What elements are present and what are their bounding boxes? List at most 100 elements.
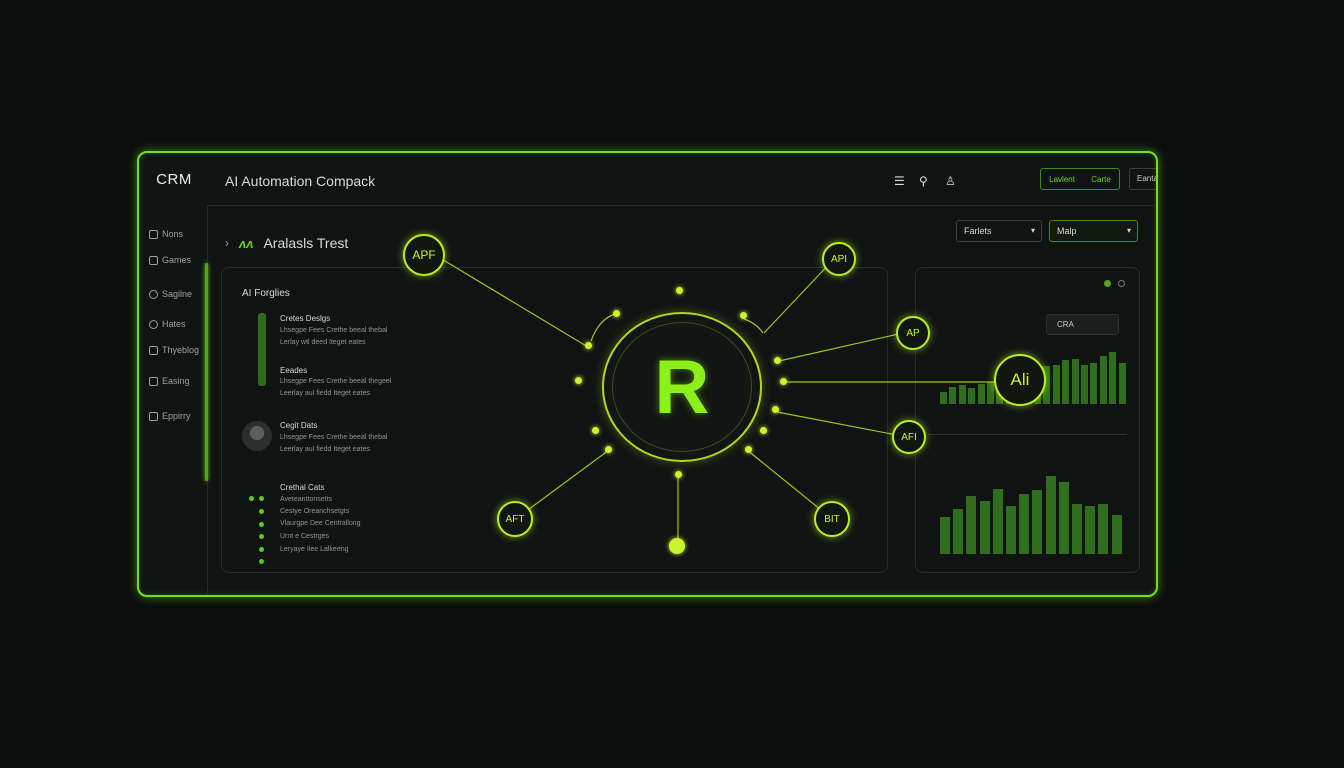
node-ap[interactable]: AP xyxy=(896,316,930,350)
chart-bar xyxy=(1081,365,1088,404)
node-ali[interactable]: Ali xyxy=(994,354,1046,406)
chart-bar xyxy=(940,517,950,554)
status-dot xyxy=(259,509,264,514)
entry-line: Lerlay wtl deed Iteget eates xyxy=(280,339,366,346)
chart-bar xyxy=(1006,506,1016,554)
search-icon[interactable]: ⚲ xyxy=(919,174,928,188)
map-select-value: Malp xyxy=(1057,226,1077,236)
chart-bar xyxy=(968,388,976,404)
checklist-item[interactable]: Cestye Oreanchsetgts xyxy=(280,508,349,515)
entry-line: Leerlay aul fiedd Iteget eates xyxy=(280,446,370,453)
sidebar-item-games[interactable]: Games xyxy=(149,255,191,265)
entry-heading[interactable]: Cegit Dats xyxy=(280,421,317,430)
entry-line: Lhsegpe Fees Crethe beeal thegeel xyxy=(280,378,392,385)
status-dot xyxy=(259,547,264,552)
entry-line: Lhsegpe Fees Crethe beeal thebal xyxy=(280,327,388,334)
sidebar-item-label: Eppirry xyxy=(162,411,191,421)
node-dot xyxy=(592,427,599,434)
chart-bar xyxy=(1071,359,1079,404)
chart-bar xyxy=(1062,360,1070,404)
checklist-item[interactable]: Vlaurgpe Dee Centrallong xyxy=(280,520,361,527)
node-bit[interactable]: BIT xyxy=(814,501,850,537)
node-aft[interactable]: AFT xyxy=(497,501,533,537)
chart-bar xyxy=(992,489,1003,554)
sidebar-item-easing[interactable]: Easing xyxy=(149,376,190,386)
checklist-item[interactable]: Leryaye Ilee Lalkeeng xyxy=(280,546,349,553)
chevron-right-icon[interactable]: › xyxy=(225,236,229,250)
user-icon[interactable]: ♙ xyxy=(945,174,956,188)
avatar[interactable] xyxy=(242,421,272,451)
menu-icon[interactable]: ☰ xyxy=(894,174,905,188)
node-dot xyxy=(675,471,682,478)
entry-line: Lhsegpe Fees Crethe beeal thebal xyxy=(280,434,388,441)
sidebar: Nons Games Sagilne Hates Thyeblog Easing… xyxy=(139,205,208,595)
chart-panel: CRA xyxy=(915,267,1140,573)
brand-logo: CRM xyxy=(156,170,192,188)
status-dot xyxy=(259,559,264,564)
entry-line: Leerlay aul fiedd Iteget eates xyxy=(280,390,370,397)
list-icon xyxy=(149,376,158,386)
sidebar-item-nons[interactable]: Nons xyxy=(149,229,183,239)
chart-bar xyxy=(1019,494,1030,554)
checklist-title: Crethal Cats xyxy=(280,483,325,492)
chevron-down-icon: ▾ xyxy=(1030,226,1035,235)
node-afi[interactable]: AFI xyxy=(892,420,926,454)
sidebar-item-label: Hates xyxy=(162,319,186,329)
chart-tooltip-label: CRA xyxy=(1057,320,1074,329)
node-dot xyxy=(772,406,779,413)
automation-hub[interactable]: R xyxy=(602,312,762,462)
chart-bar xyxy=(953,509,964,554)
chart-bar xyxy=(1085,506,1096,554)
node-apf[interactable]: APF xyxy=(403,234,445,276)
chart-bar xyxy=(958,385,966,404)
forglies-panel: AI Forglies Cretes Deslgs Lhsegpe Fees C… xyxy=(221,267,888,573)
chart-divider xyxy=(928,434,1127,435)
chart-tooltip: CRA xyxy=(1046,314,1119,335)
sidebar-active-indicator xyxy=(205,263,208,481)
chart-bar xyxy=(1052,365,1060,404)
chart-bar xyxy=(987,382,994,404)
panel-controls xyxy=(1104,280,1125,287)
checklist-item[interactable]: Urnt e Cestrges xyxy=(280,533,329,540)
breadcrumb-title: Aralasls Trest xyxy=(263,235,349,251)
settings-icon[interactable] xyxy=(1118,280,1125,287)
node-dot xyxy=(575,377,582,384)
toggle-right[interactable]: Carte xyxy=(1091,175,1111,184)
node-dot-large xyxy=(669,538,685,554)
page-title: AI Automation Compack xyxy=(225,173,376,189)
status-dot xyxy=(259,534,264,539)
doc-icon xyxy=(149,411,158,421)
node-dot xyxy=(605,446,612,453)
toggle-group[interactable]: Lavlent Carte xyxy=(1040,168,1120,190)
node-api[interactable]: API xyxy=(822,242,856,276)
clock-icon xyxy=(149,319,158,329)
filter-select[interactable]: Farlets ▾ xyxy=(956,220,1042,242)
chart-icon xyxy=(149,345,158,355)
chart-bar xyxy=(1032,490,1043,554)
node-dot xyxy=(760,427,767,434)
chart-bar xyxy=(1099,356,1107,404)
chart-bar xyxy=(940,392,947,404)
spark-icon: ᴧᴧ xyxy=(239,235,254,251)
entry-heading[interactable]: Cretes Deslgs xyxy=(280,314,330,323)
grid-icon xyxy=(149,255,158,265)
crm-window: CRM Nons Games Sagilne Hates Thyeblog Ea… xyxy=(137,151,1158,597)
hub-letter: R xyxy=(612,322,752,452)
checklist-item[interactable]: Aveteanttonsetts xyxy=(280,496,332,503)
sidebar-item-thyeblog[interactable]: Thyeblog xyxy=(149,345,199,355)
gear-icon xyxy=(149,289,158,299)
sidebar-item-sagilne[interactable]: Sagilne xyxy=(149,289,192,299)
entry-heading[interactable]: Eeades xyxy=(280,366,307,375)
topbar: AI Automation Compack ☰ ⚲ ♙ Lavlent Cart… xyxy=(208,153,1156,206)
map-select[interactable]: Malp ▾ xyxy=(1049,220,1138,242)
chart-bar xyxy=(979,501,990,554)
toggle-left[interactable]: Lavlent xyxy=(1049,175,1075,184)
sidebar-item-hates[interactable]: Hates xyxy=(149,319,186,329)
sidebar-item-eppirry[interactable]: Eppirry xyxy=(149,411,191,421)
sidebar-item-label: Sagilne xyxy=(162,289,193,299)
node-dot xyxy=(774,357,781,364)
status-dot xyxy=(259,496,264,501)
search-input[interactable]: Eantay ⚲ xyxy=(1129,168,1156,190)
node-dot xyxy=(613,310,620,317)
chart-bar xyxy=(1109,352,1117,404)
